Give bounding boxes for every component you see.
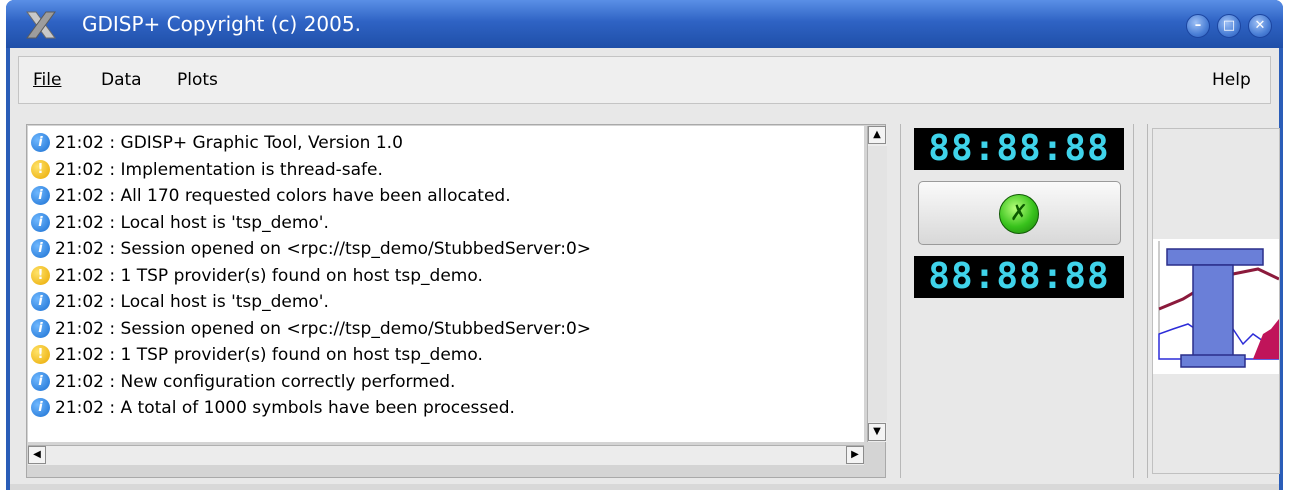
info-icon: i (31, 212, 50, 232)
scroll-right-button[interactable]: ▶ (846, 446, 864, 464)
arrow-up-icon: ▲ (873, 129, 881, 140)
timer-panel: 88:88:88 ✗ 88:88:88 (900, 124, 1134, 478)
info-icon: i (31, 186, 50, 205)
log-entry-text: 21:02 : A total of 1000 symbols have bee… (55, 398, 515, 418)
warning-icon: ! (31, 159, 50, 179)
info-icon: i (31, 398, 50, 417)
menu-file[interactable]: File (33, 70, 61, 90)
logo-frame (1152, 128, 1280, 474)
close-icon: ✕ (1254, 18, 1266, 33)
title-bar[interactable]: GDISP+ Copyright (c) 2005. – □ ✕ (6, 0, 1283, 48)
vertical-scrollbar[interactable]: ▲ ▼ (867, 126, 887, 442)
log-entry-text: 21:02 : New configuration correctly perf… (55, 371, 456, 392)
warning-icon: ! (31, 265, 50, 285)
window-title: GDISP+ Copyright (c) 2005. (82, 12, 361, 36)
timer-bottom-display: 88:88:88 (914, 256, 1124, 298)
menu-bar: File Data Plots Help (18, 56, 1271, 104)
log-panel: i 21:02 : GDISP+ Graphic Tool, Version 1.… (26, 124, 887, 478)
close-button[interactable]: ✕ (1248, 14, 1272, 38)
warning-icon: ! (31, 345, 50, 364)
vertical-scroll-track[interactable] (868, 146, 887, 422)
x-logo-icon (26, 11, 56, 39)
info-icon: i (31, 371, 50, 391)
log-entry-text: 21:02 : Local host is 'tsp_demo'. (55, 212, 329, 233)
menu-plots[interactable]: Plots (177, 70, 218, 90)
scroll-up-button[interactable]: ▲ (868, 126, 886, 144)
log-entry-text: 21:02 : Local host is 'tsp_demo'. (55, 292, 329, 312)
timer-top-display: 88:88:88 (914, 128, 1124, 170)
arrow-left-icon: ◀ (33, 449, 41, 460)
log-entry-text: 21:02 : 1 TSP provider(s) found on host … (55, 345, 483, 365)
status-strip (10, 484, 1279, 490)
menu-help[interactable]: Help (1212, 70, 1251, 90)
info-icon: i (31, 239, 50, 258)
scroll-left-button[interactable]: ◀ (28, 446, 46, 464)
info-icon: i (31, 318, 50, 338)
log-entry-text: 21:02 : 1 TSP provider(s) found on host … (55, 265, 483, 286)
log-list[interactable]: i 21:02 : GDISP+ Graphic Tool, Version 1.… (28, 126, 864, 442)
tsp-logo-icon (1153, 239, 1280, 374)
start-button[interactable]: ✗ (918, 181, 1121, 245)
scroll-down-button[interactable]: ▼ (868, 423, 886, 441)
arrow-right-icon: ▶ (851, 449, 859, 460)
info-icon: i (31, 133, 50, 152)
log-entry-text: 21:02 : Session opened on <rpc://tsp_dem… (55, 318, 592, 339)
minimize-icon: – (1194, 18, 1202, 33)
log-entry-text: 21:02 : All 170 requested colors have be… (55, 186, 511, 206)
log-entry-text: 21:02 : Session opened on <rpc://tsp_dem… (55, 239, 592, 259)
maximize-icon: □ (1222, 18, 1236, 33)
go-icon: ✗ (999, 194, 1039, 234)
arrow-down-icon: ▼ (873, 426, 881, 437)
horizontal-scrollbar[interactable]: ◀ ▶ (28, 445, 864, 465)
log-entry-text: 21:02 : GDISP+ Graphic Tool, Version 1.0 (55, 133, 403, 153)
main-window: GDISP+ Copyright (c) 2005. – □ ✕ File Da… (6, 0, 1283, 490)
info-icon: i (31, 292, 50, 311)
maximize-button[interactable]: □ (1217, 14, 1241, 38)
client-area: File Data Plots Help i 21:02 : GDISP+ Gra… (10, 48, 1281, 490)
minimize-button[interactable]: – (1186, 14, 1210, 38)
menu-file-label: File (33, 70, 62, 90)
logo-panel (1147, 124, 1281, 478)
menu-data[interactable]: Data (101, 70, 142, 90)
log-entry-text: 21:02 : Implementation is thread-safe. (55, 159, 383, 180)
